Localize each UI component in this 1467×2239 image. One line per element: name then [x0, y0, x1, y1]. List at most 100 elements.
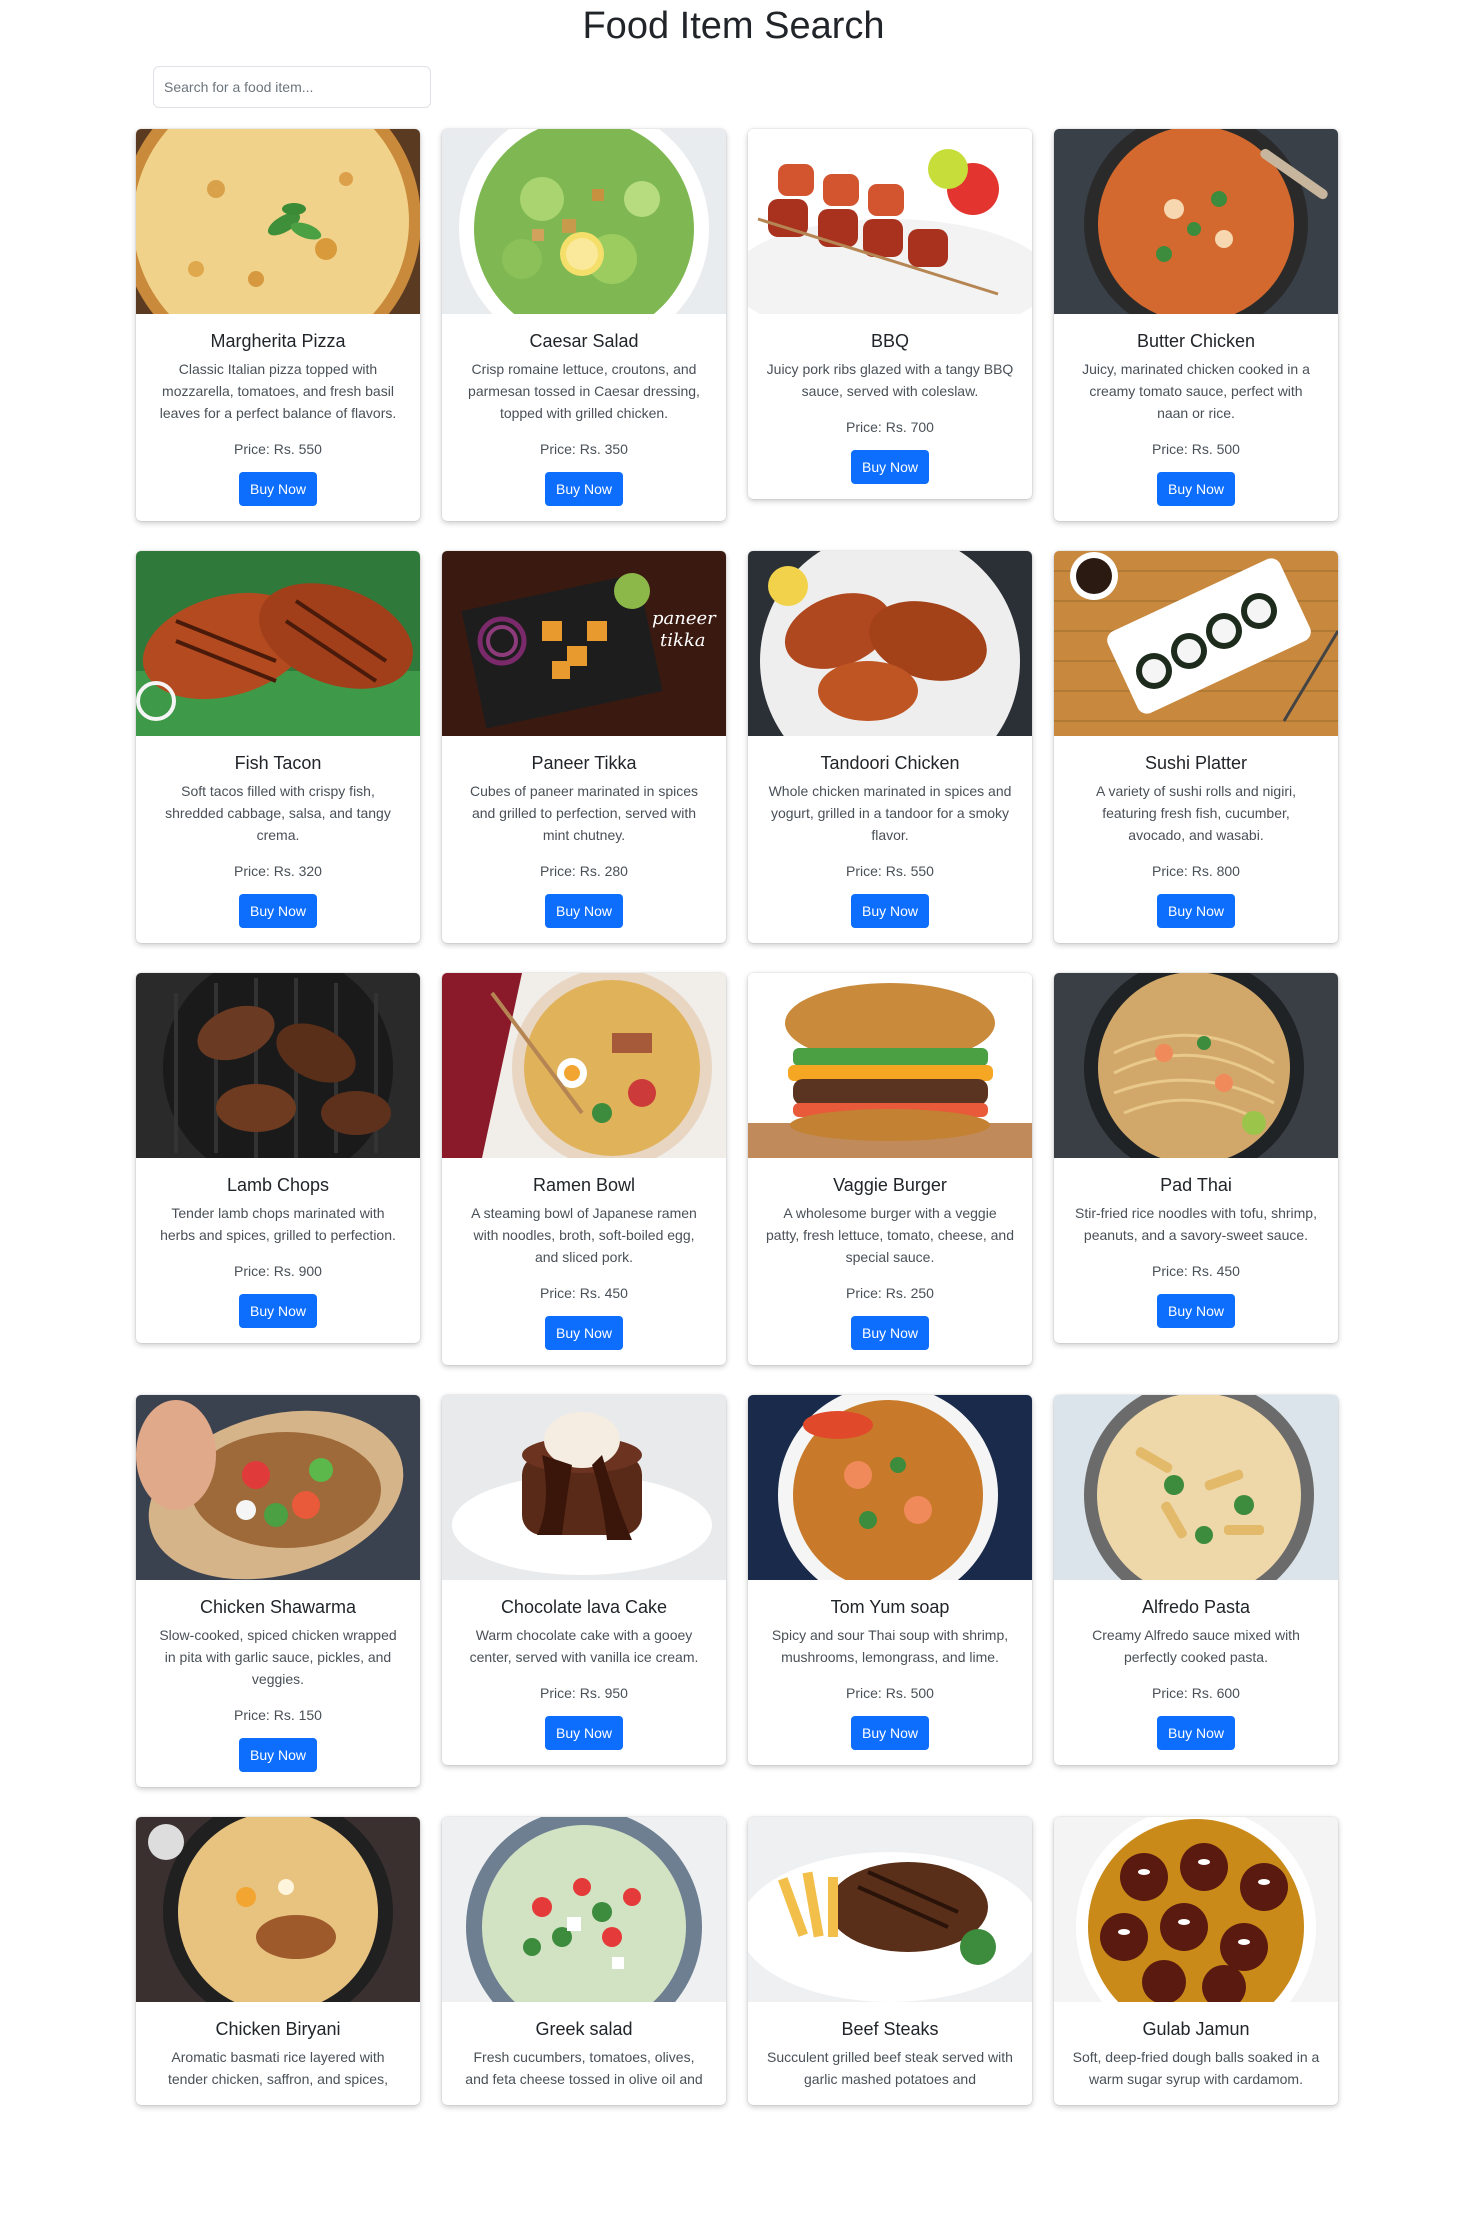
food-card: Caesar Salad Crisp romaine lettuce, crout… [442, 129, 726, 521]
food-image [748, 1395, 1032, 1580]
food-price: Price: Rs. 450 [540, 1285, 628, 1301]
food-card-cell: Ramen Bowl A steaming bowl of Japanese ra… [442, 973, 726, 1395]
buy-now-button[interactable]: Buy Now [238, 472, 318, 506]
buy-now-button[interactable]: Buy Now [238, 1738, 318, 1772]
food-image [1054, 1395, 1338, 1580]
buy-now-button[interactable]: Buy Now [238, 1294, 318, 1328]
food-image [442, 973, 726, 1158]
search-input[interactable] [153, 66, 431, 108]
food-card-cell: Gulab Jamun Soft, deep-fried dough balls … [1054, 1817, 1338, 2239]
food-image [748, 551, 1032, 736]
food-card-cell: paneer tikka Paneer Tikka Cubes of paneer m… [442, 551, 726, 973]
buy-now-button[interactable]: Buy Now [238, 894, 318, 928]
food-card-cell: Alfredo Pasta Creamy Alfredo sauce mixed … [1054, 1395, 1338, 1817]
buy-now-button[interactable]: Buy Now [1156, 1294, 1236, 1328]
food-description: Warm chocolate cake with a gooey center,… [469, 1627, 699, 1665]
buy-now-button[interactable]: Buy Now [850, 450, 930, 484]
food-card: Vaggie Burger A wholesome burger with a v… [748, 973, 1032, 1365]
food-description: Crisp romaine lettuce, croutons, and par… [468, 361, 700, 421]
food-image [136, 1817, 420, 2002]
food-price: Price: Rs. 150 [234, 1707, 322, 1723]
food-image [748, 129, 1032, 314]
buy-now-button[interactable]: Buy Now [850, 1316, 930, 1350]
food-price: Price: Rs. 500 [1152, 441, 1240, 457]
food-price: Price: Rs. 350 [540, 441, 628, 457]
food-description: Whole chicken marinated in spices and yo… [768, 783, 1012, 843]
food-description: A steaming bowl of Japanese ramen with n… [471, 1205, 697, 1265]
food-name: Alfredo Pasta [1141, 1597, 1251, 1617]
buy-now-button[interactable]: Buy Now [544, 472, 624, 506]
food-price: Price: Rs. 250 [846, 1285, 934, 1301]
food-name: Sushi Platter [1144, 753, 1248, 773]
food-description: Stir-fried rice noodles with tofu, shrim… [1075, 1205, 1317, 1243]
search-row [0, 66, 1467, 110]
food-price: Price: Rs. 950 [540, 1685, 628, 1701]
buy-now-button[interactable]: Buy Now [544, 1316, 624, 1350]
food-price: Price: Rs. 900 [234, 1263, 322, 1279]
food-image [136, 973, 420, 1158]
food-price: Price: Rs. 700 [846, 419, 934, 435]
food-image [1054, 129, 1338, 314]
food-card: Beef Steaks Succulent grilled beef steak … [748, 1817, 1032, 2105]
food-card: Fish Tacon Soft tacos filled with crispy … [136, 551, 420, 943]
image-caption-text: tikka [660, 630, 706, 651]
food-name: BBQ [870, 331, 909, 351]
food-name: Chicken Shawarma [199, 1597, 357, 1617]
food-card: Gulab Jamun Soft, deep-fried dough balls … [1054, 1817, 1338, 2105]
food-name: Chicken Biryani [215, 2019, 341, 2039]
buy-now-button[interactable]: Buy Now [1156, 472, 1236, 506]
food-description: Soft tacos filled with crispy fish, shre… [165, 783, 391, 843]
food-name: Chocolate lava Cake [500, 1597, 668, 1617]
food-image: paneertikka [442, 551, 726, 736]
food-card: Greek salad Fresh cucumbers, tomatoes, ol… [442, 1817, 726, 2105]
food-description: Creamy Alfredo sauce mixed with perfectl… [1092, 1627, 1300, 1665]
food-name: Greek salad [535, 2019, 633, 2039]
food-card-cell: Sushi Platter A variety of sushi rolls an… [1054, 551, 1338, 973]
buy-now-button[interactable]: Buy Now [544, 894, 624, 928]
buy-now-button[interactable]: Buy Now [1156, 894, 1236, 928]
food-description: A wholesome burger with a veggie patty, … [766, 1205, 1014, 1265]
food-card-cell: Greek salad Fresh cucumbers, tomatoes, ol… [442, 1817, 726, 2239]
food-description: Juicy pork ribs glazed with a tangy BBQ … [766, 361, 1014, 399]
food-name: Gulab Jamun [1142, 2019, 1250, 2039]
food-price: Price: Rs. 280 [540, 863, 628, 879]
food-card: Alfredo Pasta Creamy Alfredo sauce mixed … [1054, 1395, 1338, 1765]
buy-now-button[interactable]: Buy Now [544, 1716, 624, 1750]
food-card: Ramen Bowl A steaming bowl of Japanese ra… [442, 973, 726, 1365]
buy-now-button[interactable]: Buy Now [1156, 1716, 1236, 1750]
food-description: Spicy and sour Thai soup with shrimp, mu… [771, 1627, 1009, 1665]
food-card-cell: Fish Tacon Soft tacos filled with crispy … [136, 551, 420, 973]
food-card-cell: Butter Chicken Juicy, marinated chicken c… [1054, 129, 1338, 551]
food-card: Chicken Shawarma Slow-cooked, spiced chic… [136, 1395, 420, 1787]
food-name: Tandoori Chicken [820, 753, 960, 773]
food-name: Lamb Chops [226, 1175, 330, 1195]
food-name: Vaggie Burger [833, 1175, 947, 1195]
food-card-cell: Chocolate lava Cake Warm chocolate cake w… [442, 1395, 726, 1817]
food-card: Chicken Biryani Aromatic basmati rice lay… [136, 1817, 420, 2105]
food-card: Chocolate lava Cake Warm chocolate cake w… [442, 1395, 726, 1765]
food-card-cell: Lamb Chops Tender lamb chops marinated wi… [136, 973, 420, 1395]
food-card-cell: Tom Yum soap Spicy and sour Thai soup wit… [748, 1395, 1032, 1817]
food-image [748, 973, 1032, 1158]
food-price: Price: Rs. 320 [234, 863, 322, 879]
food-card-cell: Pad Thai Stir-fried rice noodles with tof… [1054, 973, 1338, 1395]
food-name: Pad Thai [1160, 1175, 1232, 1195]
food-card: Pad Thai Stir-fried rice noodles with tof… [1054, 973, 1338, 1343]
food-card: Margherita Pizza Classic Italian pizza to… [136, 129, 420, 521]
food-description: Tender lamb chops marinated with herbs a… [160, 1205, 396, 1243]
food-description: Aromatic basmati rice layered with tende… [168, 2049, 388, 2087]
food-image [1054, 1817, 1338, 2002]
food-grid: Margherita Pizza Classic Italian pizza to… [136, 129, 1338, 2239]
food-card-cell: Margherita Pizza Classic Italian pizza to… [136, 129, 420, 551]
food-card-cell: Vaggie Burger A wholesome burger with a v… [748, 973, 1032, 1395]
page-title: Food Item Search [582, 5, 885, 47]
buy-now-button[interactable]: Buy Now [850, 1716, 930, 1750]
food-name: Beef Steaks [841, 2019, 939, 2039]
food-description: Classic Italian pizza topped with mozzar… [159, 361, 397, 421]
buy-now-button[interactable]: Buy Now [850, 894, 930, 928]
food-price: Price: Rs. 800 [1152, 863, 1240, 879]
food-name: Tom Yum soap [830, 1597, 950, 1617]
food-image [748, 1817, 1032, 2002]
food-description: Fresh cucumbers, tomatoes, olives, and f… [465, 2049, 703, 2087]
food-description: Slow-cooked, spiced chicken wrapped in p… [159, 1627, 397, 1687]
